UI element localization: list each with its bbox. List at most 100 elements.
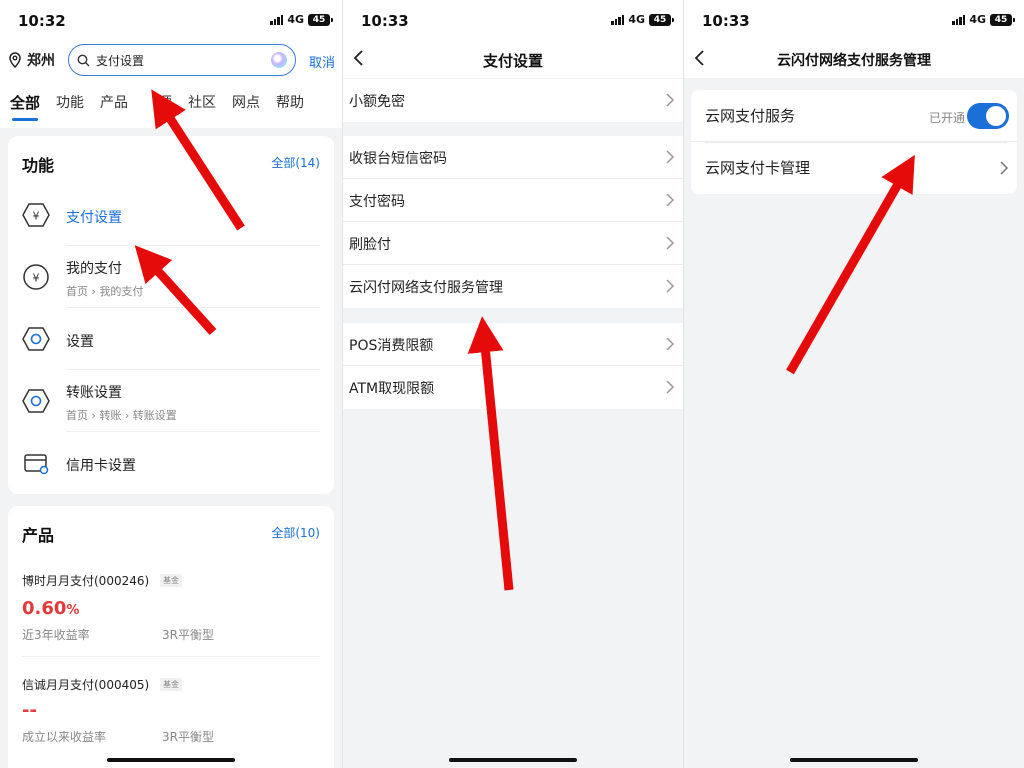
function-title: 我的支付 [66, 261, 122, 277]
status-time: 10:33 [702, 12, 750, 30]
function-item-payment-settings[interactable]: ¥ 支付设置 [8, 184, 334, 246]
network-type: 4G [287, 13, 304, 26]
product-yield-label: 近3年收益率 [22, 628, 90, 642]
quickpass-service-screen: 10:33 4G 45 云闪付网络支付服务管理 云网支付服务 已开通 云网支付卡… [683, 0, 1024, 768]
hexagon-icon [22, 327, 50, 351]
function-title: 设置 [66, 334, 94, 350]
menu-item-small-amount-no-password[interactable]: 小额免密 [343, 79, 683, 122]
menu-item-pos-limit[interactable]: POS消费限额 [343, 323, 683, 366]
battery-icon: 45 [990, 13, 1015, 26]
service-card: 云网支付服务 已开通 云网支付卡管理 [691, 90, 1017, 194]
chevron-right-icon [666, 236, 675, 250]
signal-icon [270, 14, 284, 25]
search-icon [77, 54, 90, 66]
cloud-pay-service-toggle[interactable] [967, 103, 1009, 129]
cancel-button[interactable]: 取消 [309, 52, 335, 71]
menu-item-atm-limit[interactable]: ATM取现限额 [343, 366, 683, 409]
tab-resources[interactable]: 源 [144, 92, 172, 113]
function-item-my-payment[interactable]: ¥ 我的支付 首页 › 我的支付 [8, 246, 334, 308]
product-item[interactable]: 博时月月支付(000246) 基金 0.60% 近3年收益率 3R平衡型 [8, 570, 334, 658]
search-results-screen: 10:32 4G 45 郑州 支付设置 取消 全部 功能 产品 源 社区 网点 … [0, 0, 342, 768]
functions-card: 功能 全部(14) ¥ 支付设置 ¥ 我的支付 首页 › 我的支付 设置 转账设… [8, 136, 334, 494]
product-name: 博时月月支付(000246) [22, 574, 150, 588]
home-indicator [449, 758, 577, 762]
product-yield: -- [22, 700, 37, 721]
product-tag: 基金 [160, 574, 182, 587]
status-bar: 10:33 4G 45 [684, 0, 1024, 40]
hexagon-icon [22, 389, 50, 413]
products-card: 产品 全部(10) 博时月月支付(000246) 基金 0.60% 近3年收益率… [8, 506, 334, 768]
battery-icon: 45 [308, 13, 333, 26]
product-risk: 3R平衡型 [162, 628, 214, 642]
product-yield: 0.60% [22, 598, 80, 619]
menu-item-cashier-sms-password[interactable]: 收银台短信密码 [343, 136, 683, 179]
product-yield-label: 成立以来收益率 [22, 730, 107, 744]
cloud-pay-service-label: 云网支付服务 [705, 107, 796, 125]
tab-all[interactable]: 全部 [10, 92, 40, 121]
function-item-transfer-settings[interactable]: 转账设置 首页 › 转账 › 转账设置 [8, 370, 334, 432]
status-time: 10:33 [361, 12, 409, 30]
function-title: 信用卡设置 [66, 458, 136, 474]
function-path: 首页 › 转账 › 转账设置 [66, 409, 177, 422]
payment-settings-screen: 10:33 4G 45 支付设置 小额免密 收银台短信密码 支付密码 刷脸付 云… [342, 0, 683, 768]
menu-item-payment-password[interactable]: 支付密码 [343, 179, 683, 222]
product-tag: 基金 [160, 678, 182, 691]
network-type: 4G [628, 13, 645, 26]
product-name: 信诚月月支付(000405) [22, 678, 150, 692]
products-title: 产品 [22, 526, 55, 545]
menu-item-cloud-pay-card-management[interactable]: 云网支付卡管理 [691, 142, 1017, 194]
settings-group: POS消费限额 ATM取现限额 [343, 323, 683, 409]
network-type: 4G [969, 13, 986, 26]
chevron-right-icon [666, 193, 675, 207]
svg-text:¥: ¥ [33, 272, 40, 285]
menu-item-face-pay[interactable]: 刷脸付 [343, 222, 683, 265]
location-selector[interactable]: 郑州 [8, 50, 55, 70]
settings-group: 收银台短信密码 支付密码 刷脸付 云闪付网络支付服务管理 [343, 136, 683, 308]
location-pin-icon [9, 52, 21, 68]
home-indicator [107, 758, 235, 762]
yuan-hexagon-icon: ¥ [22, 203, 50, 227]
search-tabs: 全部 功能 产品 源 社区 网点 帮助 [10, 92, 304, 121]
functions-title: 功能 [22, 156, 55, 175]
service-status: 已开通 [928, 111, 965, 125]
location-label: 郑州 [27, 53, 55, 69]
status-time: 10:32 [18, 12, 66, 30]
battery-icon: 45 [649, 13, 674, 26]
signal-icon [952, 14, 966, 25]
yuan-circle-icon: ¥ [23, 264, 49, 290]
status-bar: 10:33 4G 45 [343, 0, 683, 40]
chevron-right-icon [666, 150, 675, 164]
tab-branches[interactable]: 网点 [232, 92, 260, 113]
chevron-right-icon [666, 279, 675, 293]
cloud-pay-service-row: 云网支付服务 已开通 [691, 90, 1017, 142]
status-bar: 10:32 4G 45 [0, 0, 342, 40]
svg-text:¥: ¥ [33, 210, 40, 223]
tab-products[interactable]: 产品 [100, 92, 128, 113]
products-see-all[interactable]: 全部(10) [271, 524, 320, 541]
credit-card-icon [24, 454, 49, 475]
nav-bar: 支付设置 [343, 40, 683, 78]
chevron-right-icon [666, 380, 675, 394]
page-title: 云闪付网络支付服务管理 [777, 53, 931, 69]
function-item-settings[interactable]: 设置 [8, 308, 334, 370]
voice-assistant-icon[interactable] [271, 52, 287, 68]
search-query: 支付设置 [96, 53, 145, 68]
chevron-right-icon [666, 93, 675, 107]
menu-item-quickpass-network-service[interactable]: 云闪付网络支付服务管理 [343, 265, 683, 308]
settings-group: 小额免密 [343, 79, 683, 122]
signal-icon [611, 14, 625, 25]
product-risk: 3R平衡型 [162, 730, 214, 744]
nav-bar: 云闪付网络支付服务管理 [684, 40, 1024, 78]
product-item[interactable]: 信诚月月支付(000405) 基金 -- 成立以来收益率 3R平衡型 [8, 674, 334, 762]
home-indicator [790, 758, 918, 762]
function-title: 转账设置 [66, 385, 122, 401]
tab-functions[interactable]: 功能 [56, 92, 84, 113]
function-path: 首页 › 我的支付 [66, 285, 144, 298]
page-title: 支付设置 [482, 52, 543, 70]
tab-help[interactable]: 帮助 [276, 92, 304, 113]
search-input[interactable]: 支付设置 [68, 44, 296, 76]
chevron-right-icon [666, 337, 675, 351]
functions-see-all[interactable]: 全部(14) [271, 154, 320, 171]
tab-community[interactable]: 社区 [188, 92, 216, 113]
function-item-credit-card-settings[interactable]: 信用卡设置 [8, 432, 334, 494]
